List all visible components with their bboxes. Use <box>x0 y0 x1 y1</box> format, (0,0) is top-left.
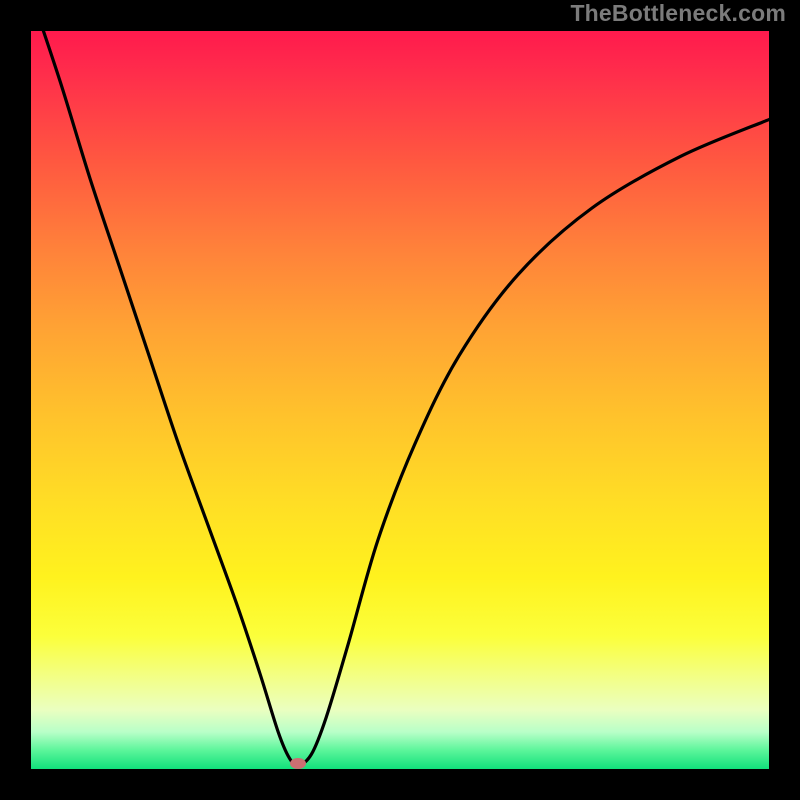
plot-area <box>31 31 769 769</box>
watermark-label: TheBottleneck.com <box>570 0 786 27</box>
chart-frame: TheBottleneck.com <box>0 0 800 800</box>
gradient-background <box>31 31 769 769</box>
